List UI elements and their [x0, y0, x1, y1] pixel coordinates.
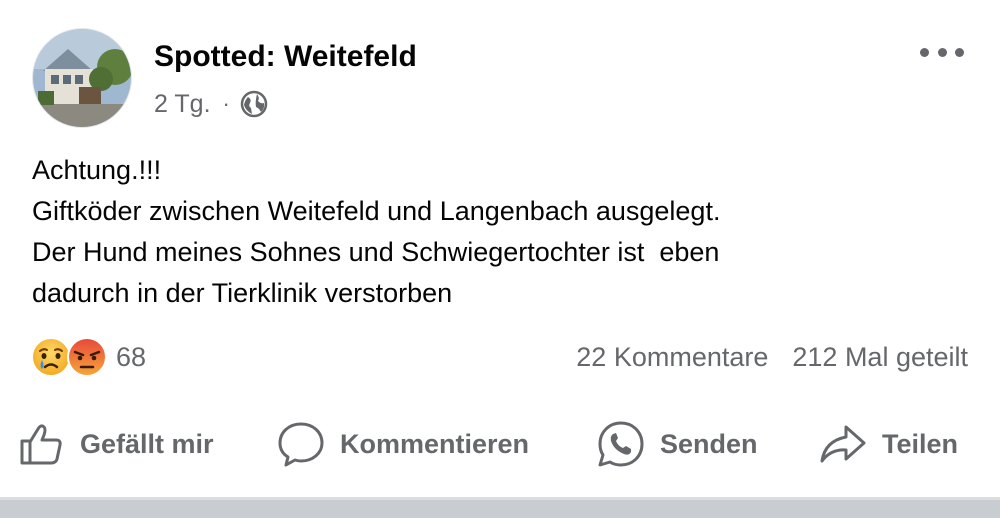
post-divider	[0, 497, 1000, 518]
post-text-line: Achtung.!!!	[32, 155, 162, 185]
shares-count[interactable]: 212 Mal geteilt	[792, 342, 968, 373]
avatar-image	[33, 29, 131, 127]
more-horizontal-icon	[920, 47, 929, 57]
thumbs-up-icon	[20, 424, 62, 465]
share-button[interactable]: Teilen	[818, 412, 958, 476]
like-label: Gefällt mir	[80, 428, 214, 459]
comments-count[interactable]: 22 Kommentare	[576, 342, 768, 373]
reactions-summary[interactable]: 68	[30, 334, 146, 380]
comment-bubble-icon	[278, 422, 324, 467]
meta-separator: ·	[222, 91, 230, 116]
like-button[interactable]: Gefällt mir	[16, 412, 214, 476]
share-arrow-icon	[820, 425, 866, 463]
send-label: Senden	[660, 428, 758, 459]
engagement-stats: 22 Kommentare 212 Mal geteilt	[576, 334, 968, 380]
action-bar: Gefällt mir Kommentieren Senden Teilen	[0, 412, 1000, 476]
post-text-line: dadurch in der Tierklinik verstorben	[32, 278, 453, 308]
more-options-button[interactable]	[920, 38, 964, 66]
globe-icon[interactable]	[240, 90, 268, 118]
send-button[interactable]: Senden	[596, 412, 758, 476]
reaction-count: 68	[116, 341, 147, 372]
comment-button[interactable]: Kommentieren	[276, 412, 529, 476]
page-avatar[interactable]	[32, 28, 132, 128]
post-text-line: Giftköder zwischen Weitefeld und Langenb…	[32, 196, 721, 226]
page-name[interactable]: Spotted: Weitefeld	[154, 40, 417, 74]
facebook-post: Spotted: Weitefeld 2 Tg. · Achtung.!!! G…	[0, 0, 1000, 518]
post-text: Achtung.!!! Giftköder zwischen Weitefeld…	[32, 150, 972, 314]
post-timestamp[interactable]: 2 Tg.	[154, 90, 211, 119]
comment-label: Kommentieren	[340, 428, 530, 459]
more-dot	[937, 47, 947, 57]
post-text-line: Der Hund meines Sohnes und Schwiegertoch…	[32, 237, 720, 267]
share-label: Teilen	[882, 428, 959, 459]
whatsapp-icon	[598, 421, 644, 467]
more-dot	[955, 47, 964, 57]
post-meta: 2 Tg. ·	[154, 86, 268, 122]
angry-reaction-icon	[67, 337, 107, 377]
